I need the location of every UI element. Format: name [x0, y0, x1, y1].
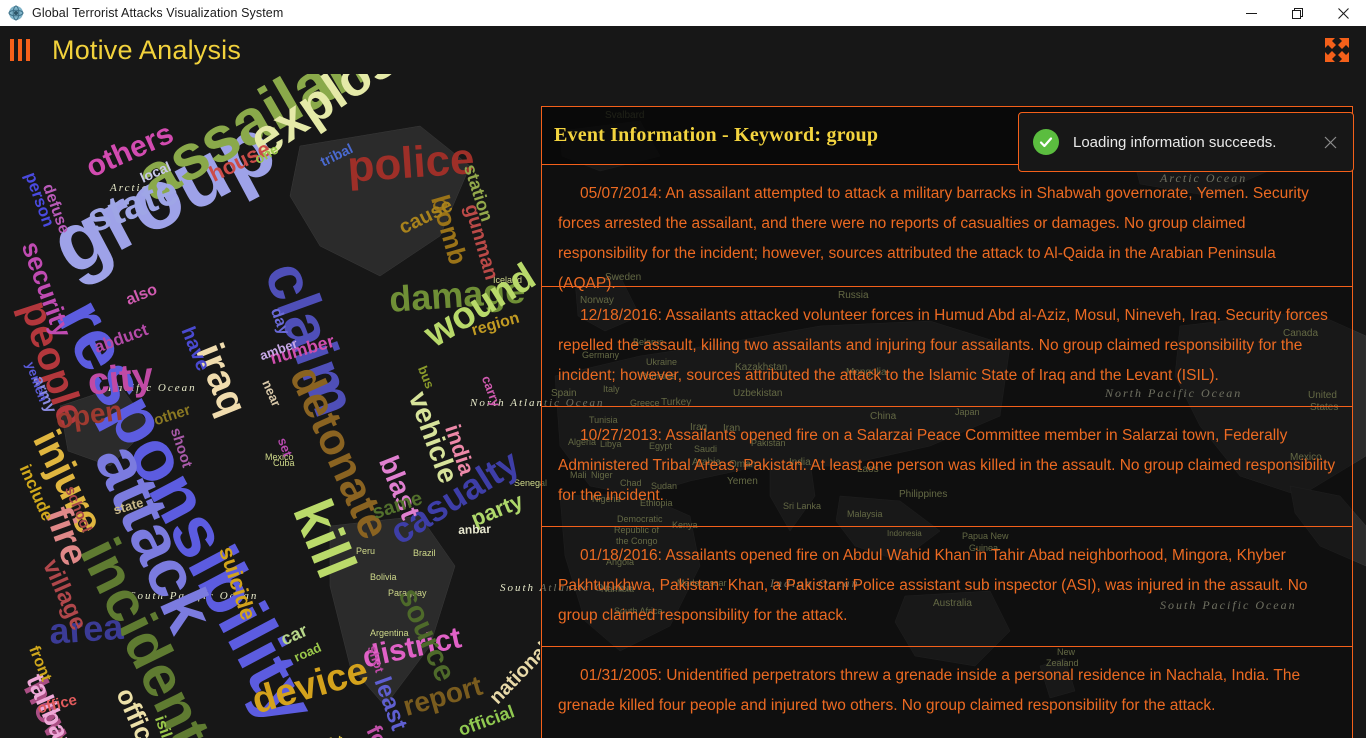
event-row[interactable]: 05/07/2014: An assailant attempted to at… — [542, 165, 1352, 292]
success-check-icon — [1033, 129, 1059, 155]
event-list[interactable]: 05/07/2014: An assailant attempted to at… — [542, 165, 1352, 738]
page-title: Motive Analysis — [52, 34, 242, 65]
toast-notification: Loading information succeeds. — [1018, 112, 1354, 172]
app-header: Motive Analysis — [0, 26, 1366, 74]
minimize-button[interactable] — [1228, 0, 1274, 26]
window-controls — [1228, 0, 1366, 26]
motive-word-cloud[interactable]: group responsibility assailant attack claim i… — [0, 74, 540, 738]
event-row[interactable]: 12/18/2016: Assailants attacked voluntee… — [542, 287, 1352, 407]
app-logo-icon — [8, 5, 24, 21]
event-panel-title: Event Information - Keyword: group — [554, 124, 879, 146]
event-row[interactable]: 01/31/2005: Unidentified perpetrators th… — [542, 647, 1352, 738]
close-button[interactable] — [1320, 0, 1366, 26]
toast-message: Loading information succeeds. — [1073, 133, 1277, 151]
hamburger-bars-icon[interactable] — [10, 38, 30, 62]
word-cloud-term[interactable]: bus — [415, 364, 438, 391]
word-cloud-term[interactable]: set — [275, 436, 296, 459]
event-information-panel: Event Information - Keyword: group 05/07… — [541, 106, 1353, 738]
fullscreen-expand-icon[interactable] — [1324, 37, 1350, 63]
word-cloud-term[interactable]: city — [86, 355, 156, 404]
window-title: Global Terrorist Attacks Visualization S… — [32, 6, 284, 20]
app-body: Arctic OceanArcticNorth Pacific OceanPac… — [0, 26, 1366, 738]
word-cloud-term[interactable]: anbar — [458, 522, 491, 537]
word-cloud-term[interactable]: near — [259, 378, 284, 409]
event-row[interactable]: 10/27/2013: Assailants opened fire on a … — [542, 407, 1352, 527]
word-cloud-term[interactable]: carry — [479, 374, 504, 409]
word-cloud-term[interactable]: national — [485, 638, 540, 708]
word-cloud-term[interactable]: official — [456, 701, 517, 738]
close-icon[interactable] — [1321, 133, 1339, 151]
event-row[interactable]: 01/18/2016: Assailants opened fire on Ab… — [542, 527, 1352, 647]
word-cloud-term[interactable]: police — [346, 134, 476, 192]
window-titlebar: Global Terrorist Attacks Visualization S… — [0, 0, 1366, 26]
maximize-button[interactable] — [1274, 0, 1320, 26]
word-cloud-term[interactable]: night — [308, 732, 345, 738]
word-cloud-term[interactable]: also — [124, 281, 160, 309]
